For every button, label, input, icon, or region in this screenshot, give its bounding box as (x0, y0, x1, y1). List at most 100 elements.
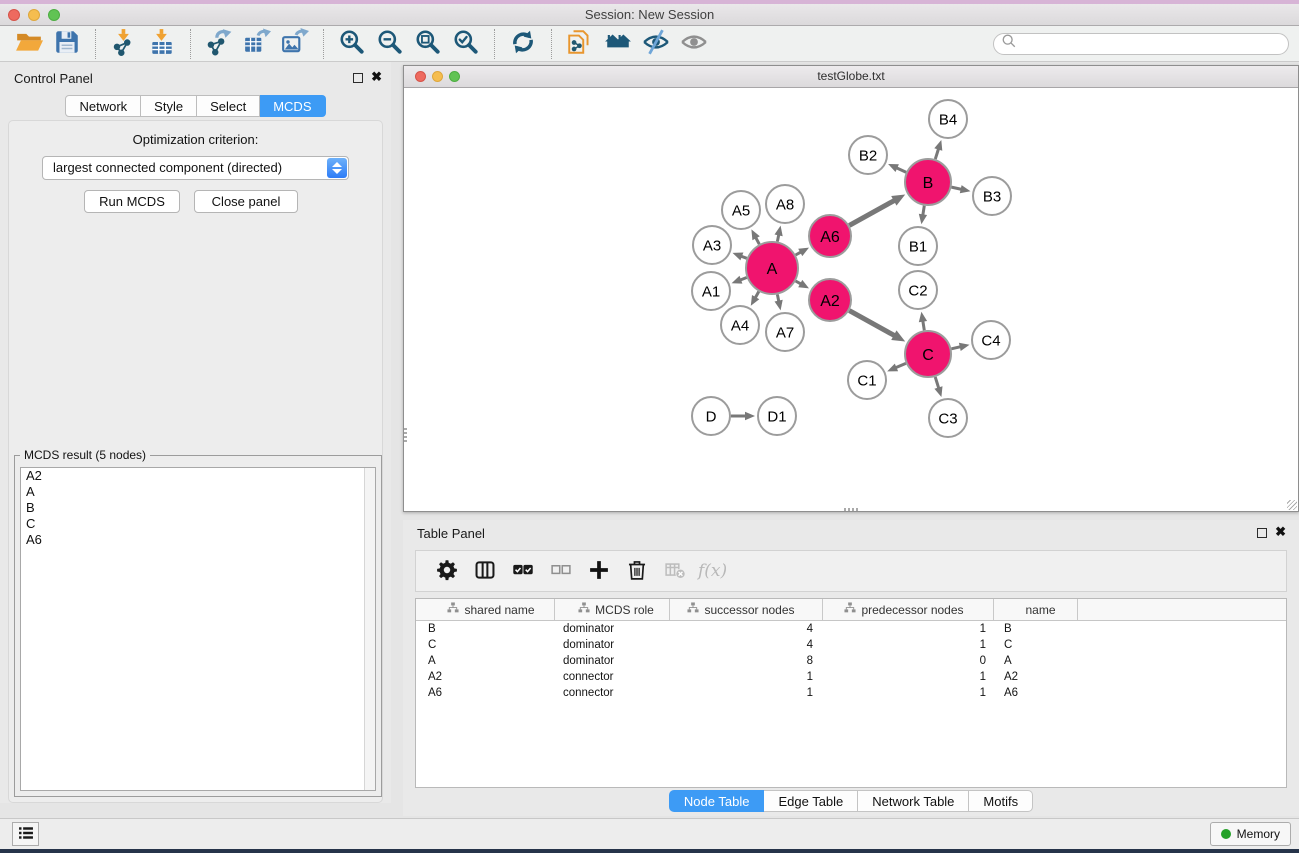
table-cell[interactable]: connector (555, 669, 670, 685)
network-close-traffic-light[interactable] (415, 71, 426, 82)
graph-node-B[interactable]: B (905, 159, 951, 205)
mcds-result-item[interactable]: A6 (21, 532, 375, 548)
table-cell[interactable]: A6 (416, 685, 555, 701)
column-header-successor-nodes[interactable]: successor nodes (670, 599, 823, 620)
table-cell[interactable]: dominator (555, 637, 670, 653)
refresh-button[interactable] (504, 28, 542, 60)
graph-node-C4[interactable]: C4 (972, 321, 1010, 359)
open-file-button[interactable] (10, 28, 48, 60)
export-network-button[interactable] (200, 28, 238, 60)
float-panel-icon[interactable] (353, 73, 363, 83)
table-cell[interactable]: 4 (670, 637, 823, 653)
hide-selected-button[interactable] (637, 28, 675, 60)
table-cell[interactable]: B (994, 621, 1078, 637)
table-cell[interactable]: 0 (823, 653, 994, 669)
graph-node-A[interactable]: A (746, 242, 798, 294)
table-cell[interactable]: connector (555, 685, 670, 701)
import-table-button[interactable] (143, 28, 181, 60)
main-titlebar[interactable]: Session: New Session (0, 4, 1299, 26)
table-cell[interactable]: A2 (416, 669, 555, 685)
table-float-panel-icon[interactable] (1257, 528, 1267, 538)
table-cell[interactable]: A6 (994, 685, 1078, 701)
zoom-fit-button[interactable] (409, 28, 447, 60)
table-cell[interactable]: 1 (670, 685, 823, 701)
memory-button[interactable]: Memory (1210, 822, 1291, 846)
table-cell[interactable]: dominator (555, 621, 670, 637)
network-canvas[interactable]: B4B2BB3A5A8A6B1A3AA1C2A2A4A7C4CC1C3DD1 (404, 88, 1298, 511)
pane-grip-left[interactable] (404, 428, 407, 444)
graph-node-A4[interactable]: A4 (721, 306, 759, 344)
network-zoom-traffic-light[interactable] (449, 71, 460, 82)
tab-network-table[interactable]: Network Table (858, 790, 969, 812)
table-row[interactable]: Bdominator41B (416, 621, 1286, 637)
pane-grip-bottom[interactable] (844, 508, 860, 511)
table-cell[interactable]: B (416, 621, 555, 637)
search-input[interactable] (1017, 35, 1288, 53)
table-row[interactable]: A2connector11A2 (416, 669, 1286, 685)
table-cell[interactable]: 1 (823, 685, 994, 701)
run-mcds-button[interactable]: Run MCDS (84, 190, 180, 213)
tab-edge-table[interactable]: Edge Table (764, 790, 858, 812)
mcds-result-item[interactable]: B (21, 500, 375, 516)
column-header-name[interactable]: name (994, 599, 1078, 620)
mcds-result-item[interactable]: A2 (21, 468, 375, 484)
graph-node-C2[interactable]: C2 (899, 271, 937, 309)
task-history-button[interactable] (12, 822, 39, 846)
table-cell[interactable]: 1 (670, 669, 823, 685)
network-window-titlebar[interactable]: testGlobe.txt (404, 66, 1298, 88)
show-columns-button[interactable] (470, 556, 500, 586)
graph-node-D[interactable]: D (692, 397, 730, 435)
search-box[interactable] (993, 33, 1289, 55)
tab-network[interactable]: Network (65, 95, 141, 117)
table-close-panel-icon[interactable]: ✖ (1275, 524, 1286, 540)
graph-node-A1[interactable]: A1 (692, 272, 730, 310)
zoom-in-button[interactable] (333, 28, 371, 60)
home-button[interactable] (599, 28, 637, 60)
save-session-button[interactable] (48, 28, 86, 60)
graph-node-B3[interactable]: B3 (973, 177, 1011, 215)
table-cell[interactable]: C (416, 637, 555, 653)
table-cell[interactable]: 1 (823, 637, 994, 653)
table-cell[interactable]: C (994, 637, 1078, 653)
zoom-selected-button[interactable] (447, 28, 485, 60)
tab-motifs[interactable]: Motifs (969, 790, 1033, 812)
close-traffic-light[interactable] (8, 9, 20, 21)
graph-node-A6[interactable]: A6 (809, 215, 851, 257)
table-row[interactable]: Cdominator41C (416, 637, 1286, 653)
result-scrollbar[interactable] (364, 468, 375, 790)
graph-node-A3[interactable]: A3 (693, 226, 731, 264)
graph-node-D1[interactable]: D1 (758, 397, 796, 435)
table-cell[interactable]: A (994, 653, 1078, 669)
select-all-button[interactable] (508, 556, 538, 586)
table-row[interactable]: A6connector11A6 (416, 685, 1286, 701)
deselect-all-button[interactable] (546, 556, 576, 586)
table-cell[interactable]: 4 (670, 621, 823, 637)
tab-mcds[interactable]: MCDS (260, 95, 325, 117)
mcds-result-item[interactable]: A (21, 484, 375, 500)
close-panel-button[interactable]: Close panel (194, 190, 298, 213)
table-cell[interactable]: 8 (670, 653, 823, 669)
open-network-file-button[interactable] (561, 28, 599, 60)
window-resize-grip[interactable] (1287, 500, 1297, 510)
mcds-result-list[interactable]: A2ABCA6 (20, 467, 376, 791)
table-cell[interactable]: 1 (823, 669, 994, 685)
column-header-MCDS-role[interactable]: MCDS role (555, 599, 670, 620)
network-minimize-traffic-light[interactable] (432, 71, 443, 82)
close-panel-icon[interactable]: ✖ (371, 69, 382, 85)
export-image-button[interactable] (276, 28, 314, 60)
import-network-button[interactable] (105, 28, 143, 60)
create-column-button[interactable] (584, 556, 614, 586)
graph-node-C1[interactable]: C1 (848, 361, 886, 399)
table-cell[interactable]: dominator (555, 653, 670, 669)
tab-node-table[interactable]: Node Table (669, 790, 765, 812)
delete-columns-button[interactable] (622, 556, 652, 586)
graph-node-A2[interactable]: A2 (809, 279, 851, 321)
graph-node-A8[interactable]: A8 (766, 185, 804, 223)
column-header-shared-name[interactable]: shared name (416, 599, 555, 620)
table-cell[interactable]: A2 (994, 669, 1078, 685)
mcds-result-item[interactable]: C (21, 516, 375, 532)
graph-node-C[interactable]: C (905, 331, 951, 377)
tab-select[interactable]: Select (197, 95, 260, 117)
graph-node-C3[interactable]: C3 (929, 399, 967, 437)
graph-node-B1[interactable]: B1 (899, 227, 937, 265)
